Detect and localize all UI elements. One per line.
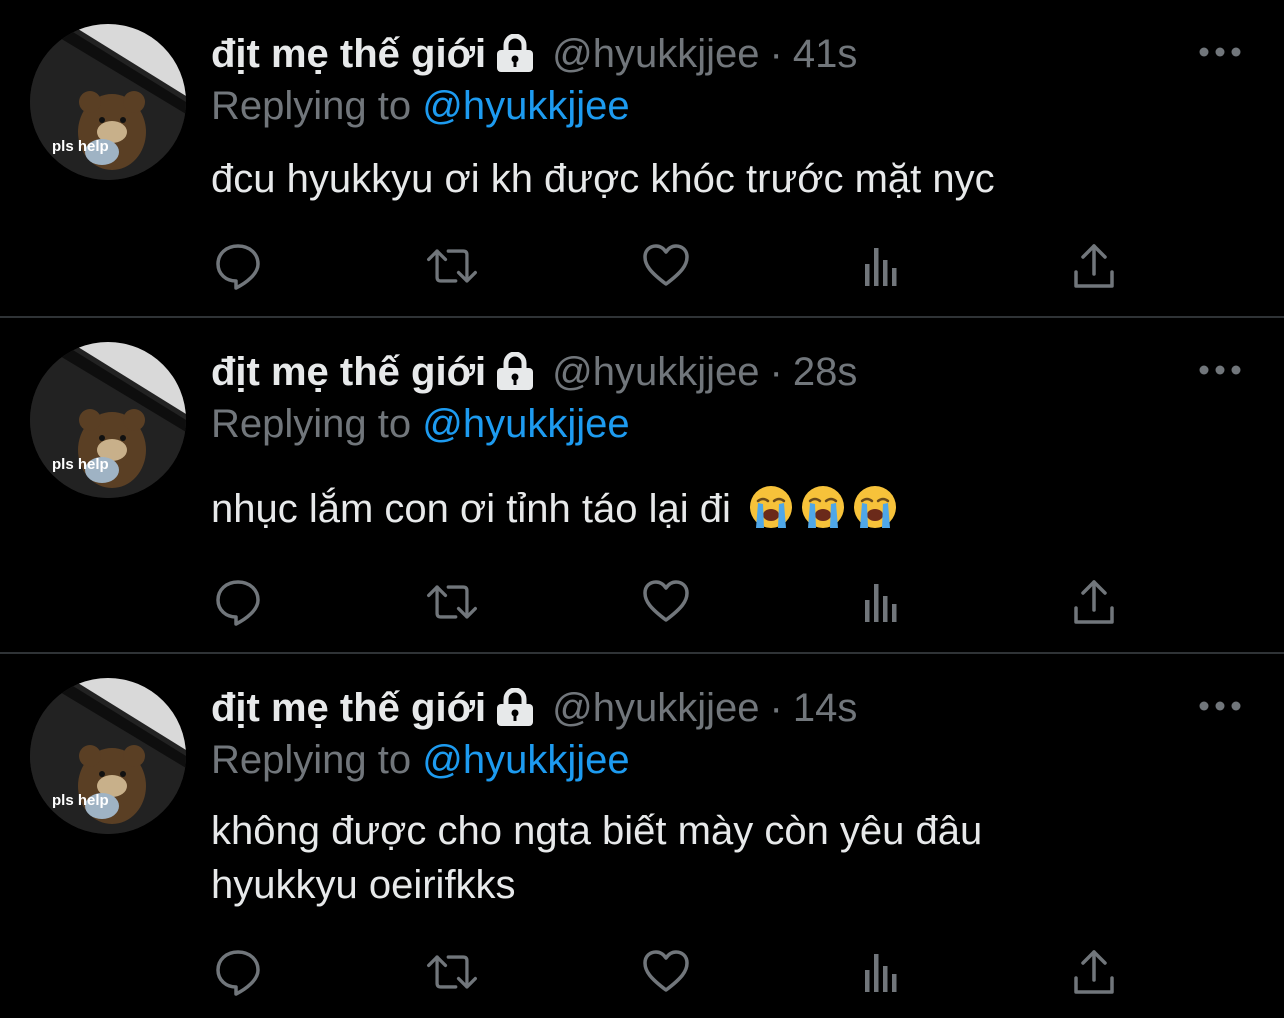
like-icon [643, 244, 689, 286]
reply-icon [216, 950, 260, 996]
replying-to-line: Replying to @hyukkjjee [211, 734, 630, 786]
share-icon [1074, 244, 1114, 288]
tweet[interactable]: pls help địt mẹ thế giới @hyukkjjee · 41… [0, 0, 1284, 316]
replying-to-line: Replying to @hyukkjjee [211, 80, 630, 132]
avatar-bear-image [30, 342, 186, 498]
reply-icon [216, 580, 260, 626]
display-name[interactable]: địt mẹ thế giới [211, 686, 486, 731]
avatar[interactable]: pls help [30, 342, 186, 498]
like-button[interactable] [638, 944, 694, 1000]
avatar-bear-image [30, 24, 186, 180]
share-icon [1074, 580, 1114, 624]
tweet-text-content: đcu hyukkyu ơi kh được khóc trước mặt ny… [211, 157, 995, 201]
tweet-text-content: nhục lắm con ơi tỉnh táo lại đi [211, 487, 731, 531]
avatar-caption: pls help [52, 138, 109, 155]
tweet-header: địt mẹ thế giới @hyukkjjee · 41s [211, 28, 857, 80]
more-options-icon[interactable] [1198, 42, 1242, 62]
action-bar [0, 574, 1284, 634]
avatar[interactable]: pls help [30, 678, 186, 834]
tweet-header: địt mẹ thế giới @hyukkjjee · 14s [211, 682, 857, 734]
replying-to-label: Replying to [211, 84, 412, 128]
user-handle[interactable]: @hyukkjjee [552, 32, 759, 77]
replying-to-label: Replying to [211, 738, 412, 782]
loudly-crying-face-emoji [853, 486, 896, 528]
separator-dot: · [769, 685, 783, 730]
tweet-text: nhục lắm con ơi tỉnh táo lại đi [211, 482, 1191, 536]
analytics-button[interactable] [852, 238, 908, 294]
reply-button[interactable] [210, 238, 266, 294]
avatar-caption: pls help [52, 792, 109, 809]
tweet-text: không được cho ngta biết mày còn yêu đâu… [211, 804, 1191, 912]
more-options-icon[interactable] [1198, 696, 1242, 716]
tweet-text-line: hyukkyu oeirifkks [211, 863, 516, 907]
replying-to-link[interactable]: @hyukkjjee [422, 402, 629, 446]
timestamp[interactable]: 14s [793, 686, 858, 731]
tweet[interactable]: pls help địt mẹ thế giới @hyukkjjee · 28… [0, 318, 1284, 652]
share-button[interactable] [1066, 238, 1122, 294]
analytics-button[interactable] [852, 944, 908, 1000]
like-button[interactable] [638, 574, 694, 630]
lock-icon [497, 34, 534, 72]
retweet-icon [427, 585, 477, 619]
separator-dot: · [769, 349, 783, 394]
separator-dot: · [769, 31, 783, 76]
share-button[interactable] [1066, 944, 1122, 1000]
like-icon [643, 950, 689, 992]
analytics-icon [865, 954, 897, 992]
replying-to-label: Replying to [211, 402, 412, 446]
reply-button[interactable] [210, 574, 266, 630]
lock-icon [497, 688, 534, 726]
share-button[interactable] [1066, 574, 1122, 630]
retweet-button[interactable] [424, 944, 480, 1000]
retweet-button[interactable] [424, 238, 480, 294]
retweet-icon [427, 249, 477, 283]
replying-to-line: Replying to @hyukkjjee [211, 398, 630, 450]
replying-to-link[interactable]: @hyukkjjee [422, 738, 629, 782]
retweet-button[interactable] [424, 574, 480, 630]
avatar-caption: pls help [52, 456, 109, 473]
action-bar [0, 944, 1284, 1004]
like-icon [643, 580, 689, 622]
timestamp[interactable]: 41s [793, 32, 858, 77]
analytics-button[interactable] [852, 574, 908, 630]
replying-to-link[interactable]: @hyukkjjee [422, 84, 629, 128]
retweet-icon [427, 955, 477, 989]
more-options-icon[interactable] [1198, 360, 1242, 380]
action-bar [0, 238, 1284, 298]
user-handle[interactable]: @hyukkjjee [552, 686, 759, 731]
loudly-crying-face-emoji [749, 486, 792, 528]
avatar[interactable]: pls help [30, 24, 186, 180]
display-name[interactable]: địt mẹ thế giới [211, 32, 486, 77]
reply-button[interactable] [210, 944, 266, 1000]
display-name[interactable]: địt mẹ thế giới [211, 350, 486, 395]
analytics-icon [865, 584, 897, 622]
loudly-crying-face-emoji [801, 486, 844, 528]
tweet[interactable]: pls help địt mẹ thế giới @hyukkjjee · 14… [0, 654, 1284, 1018]
user-handle[interactable]: @hyukkjjee [552, 350, 759, 395]
tweet-header: địt mẹ thế giới @hyukkjjee · 28s [211, 346, 857, 398]
lock-icon [497, 352, 534, 390]
avatar-bear-image [30, 678, 186, 834]
tweet-text: đcu hyukkyu ơi kh được khóc trước mặt ny… [211, 152, 1191, 206]
tweet-text-line: không được cho ngta biết mày còn yêu đâu [211, 809, 983, 853]
reply-icon [216, 244, 260, 290]
timestamp[interactable]: 28s [793, 350, 858, 395]
analytics-icon [865, 248, 897, 286]
share-icon [1074, 950, 1114, 994]
like-button[interactable] [638, 238, 694, 294]
